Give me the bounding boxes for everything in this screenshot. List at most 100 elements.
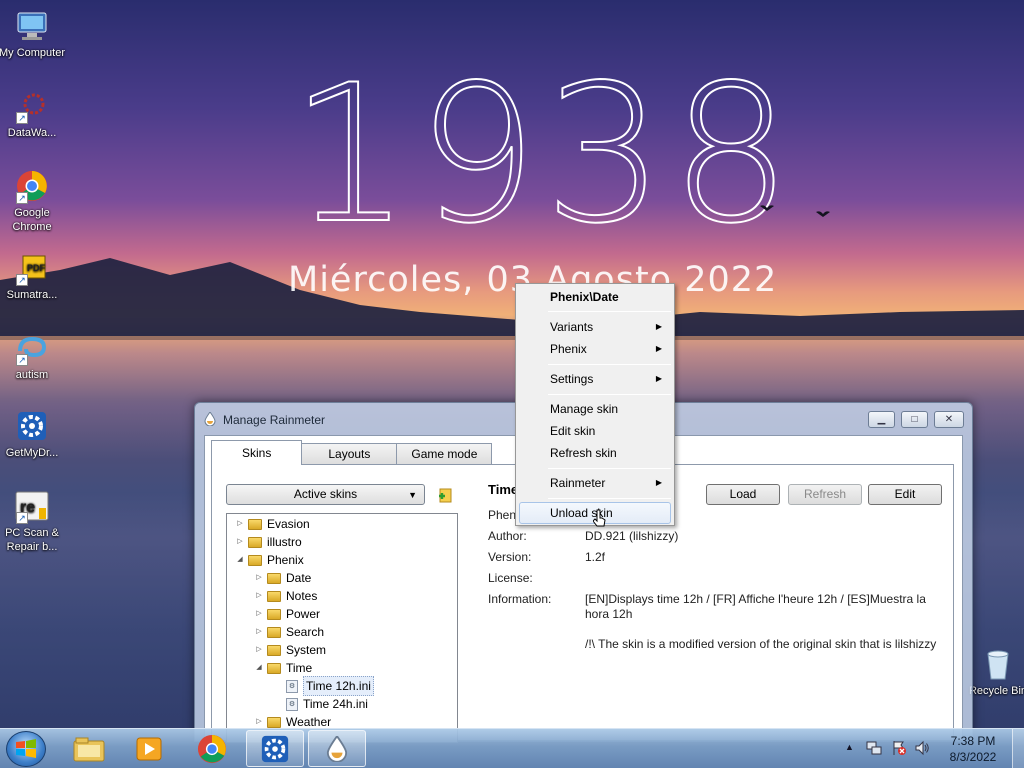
menu-item-label: Rainmeter <box>550 476 606 490</box>
desktop-icon-datawa[interactable]: ↗ DataWa... <box>0 88 68 140</box>
getmydrivers-icon <box>14 408 50 444</box>
ini-file-icon: ⚙ <box>286 679 298 693</box>
tree-item-illustro[interactable]: ▷ illustro <box>235 533 302 551</box>
expand-icon[interactable]: ▷ <box>254 623 264 641</box>
tab-skins[interactable]: Skins <box>211 440 303 465</box>
tree-item-phenix[interactable]: ◢ Phenix <box>235 551 303 569</box>
tree-item-time[interactable]: ◢ Time <box>254 659 312 677</box>
folder-icon <box>248 554 262 566</box>
submenu-arrow-icon: ▶ <box>655 344 662 353</box>
expand-icon[interactable]: ▷ <box>254 587 264 605</box>
computer-icon <box>14 8 50 44</box>
expand-icon[interactable]: ▷ <box>254 641 264 659</box>
chevron-down-icon: ▼ <box>408 490 417 500</box>
taskbar-clock[interactable]: 7:38 PM 8/3/2022 <box>940 733 1006 765</box>
datawa-icon: ↗ <box>14 88 50 124</box>
menu-item-rainmeter[interactable]: Rainmeter ▶ <box>519 472 671 494</box>
submenu-arrow-icon: ▶ <box>655 374 662 383</box>
desktop-icon-label: Recycle Bin <box>968 685 1024 697</box>
desktop-icon-my-computer[interactable]: My Computer <box>0 8 68 60</box>
tree-item-label: illustro <box>267 535 302 549</box>
desktop-icon-google-chrome[interactable]: ↗ Google Chrome <box>0 168 68 234</box>
tree-item-power[interactable]: ▷ Power <box>254 605 320 623</box>
desktop-icon-getmydrivers[interactable]: GetMyDr... <box>0 408 68 460</box>
expand-icon[interactable]: ▷ <box>235 533 245 551</box>
skins-filter-dropdown[interactable]: Active skins ▼ <box>226 484 425 505</box>
folder-icon <box>267 662 281 674</box>
rainmeter-clock-widget[interactable]: 1938 <box>289 59 798 251</box>
skins-tree[interactable]: ▷ Evasion ▷ illustro ◢ Phenix ▷ Date ▷ N… <box>226 513 458 743</box>
menu-item-label: Edit skin <box>550 424 596 438</box>
add-skin-icon[interactable] <box>438 487 452 503</box>
expand-icon[interactable]: ▷ <box>235 515 245 533</box>
desktop-icon-sumatra[interactable]: PDF ↗ Sumatra... <box>0 250 68 302</box>
menu-item-settings[interactable]: Settings ▶ <box>519 368 671 390</box>
desktop-icon-label: My Computer <box>0 47 66 59</box>
folder-icon <box>248 536 262 548</box>
information-label: Information: <box>488 592 552 606</box>
desktop-icon-label: autism <box>15 369 49 381</box>
load-button[interactable]: Load <box>706 484 780 505</box>
collapse-icon[interactable]: ◢ <box>235 551 245 569</box>
tree-item-date[interactable]: ▷ Date <box>254 569 311 587</box>
menu-item-label: Variants <box>550 320 594 334</box>
mouse-pointer-icon <box>593 509 606 527</box>
show-desktop-button[interactable] <box>1012 729 1024 768</box>
dropdown-selected-value: Active skins <box>293 487 358 501</box>
tab-game-mode[interactable]: Game mode <box>396 443 493 465</box>
tree-item-label: Power <box>286 607 321 621</box>
menu-item-phenix[interactable]: Phenix ▶ <box>519 338 671 360</box>
maximize-button[interactable]: □ <box>901 411 928 428</box>
tree-item-label: Time <box>286 661 313 675</box>
desktop-icon-label: PC Scan & Repair b... <box>5 527 59 553</box>
close-button[interactable]: ✕ <box>934 411 964 428</box>
tree-item-evasion[interactable]: ▷ Evasion <box>235 515 309 533</box>
action-center-flag-icon[interactable] <box>891 740 907 756</box>
taskbar-getmydrivers[interactable] <box>246 730 304 767</box>
taskbar-media-player[interactable] <box>120 730 178 767</box>
folder-icon <box>267 608 281 620</box>
skin-context-menu[interactable]: Phenix\Date Variants ▶ Phenix ▶ Settings… <box>515 283 675 526</box>
chrome-icon: ↗ <box>14 168 50 204</box>
menu-item-label: Manage skin <box>550 402 619 416</box>
desktop-icon-autism[interactable]: ↗ autism <box>0 330 68 382</box>
tree-item-time-12h[interactable]: ⚙ Time 12h.ini <box>283 676 374 696</box>
taskbar-explorer[interactable] <box>60 730 118 767</box>
taskbar-rainmeter[interactable] <box>308 730 366 767</box>
version-label: Version: <box>488 550 532 564</box>
edit-button[interactable]: Edit <box>868 484 942 505</box>
expand-icon[interactable]: ▷ <box>254 569 264 587</box>
taskbar-chrome[interactable] <box>183 730 241 767</box>
show-hidden-icons-button[interactable]: ▲ <box>845 742 854 752</box>
menu-item-refresh-skin[interactable]: Refresh skin <box>519 442 671 464</box>
expand-icon[interactable]: ▷ <box>254 605 264 623</box>
folder-icon <box>267 572 281 584</box>
menu-item-manage-skin[interactable]: Manage skin <box>519 398 671 420</box>
sumatra-pdf-icon: PDF ↗ <box>14 250 50 286</box>
network-icon[interactable] <box>866 740 882 756</box>
volume-icon[interactable] <box>914 740 930 756</box>
chrome-icon <box>197 734 227 763</box>
collapse-icon[interactable]: ◢ <box>254 659 264 677</box>
skin-name-fragment: Phen <box>488 508 517 522</box>
minimize-button[interactable]: ▁ <box>868 411 895 428</box>
desktop-icon-label: GetMyDr... <box>5 447 59 459</box>
windows-explorer-icon <box>73 737 105 761</box>
tree-item-search[interactable]: ▷ Search <box>254 623 324 641</box>
tree-item-notes[interactable]: ▷ Notes <box>254 587 317 605</box>
rainmeter-icon <box>204 412 216 426</box>
menu-item-variants[interactable]: Variants ▶ <box>519 316 671 338</box>
refresh-button[interactable]: Refresh <box>788 484 862 505</box>
tree-item-time-24h[interactable]: ⚙ Time 24h.ini <box>283 695 368 713</box>
folder-icon <box>267 626 281 638</box>
tab-layouts[interactable]: Layouts <box>301 443 398 465</box>
tree-item-system[interactable]: ▷ System <box>254 641 326 659</box>
submenu-arrow-icon: ▶ <box>655 478 662 487</box>
license-label: License: <box>488 571 533 585</box>
svg-text:PDF: PDF <box>27 263 46 273</box>
menu-item-label: Phenix <box>550 342 587 356</box>
start-button[interactable] <box>6 731 46 767</box>
context-menu-header: Phenix\Date <box>550 290 619 304</box>
menu-item-edit-skin[interactable]: Edit skin <box>519 420 671 442</box>
desktop-icon-pc-scan[interactable]: re ↗ PC Scan & Repair b... <box>0 488 68 554</box>
